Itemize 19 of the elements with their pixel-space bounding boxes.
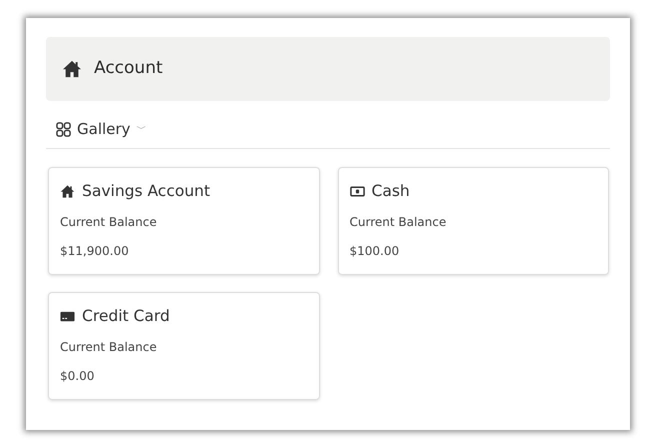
grid-icon — [56, 122, 71, 137]
account-card[interactable]: Credit Card Current Balance $0.00 — [48, 292, 320, 400]
home-icon — [60, 184, 75, 199]
caret-icon: ﹀ — [136, 122, 146, 137]
account-card[interactable]: Cash Current Balance $100.00 — [338, 166, 609, 274]
account-name: Cash — [372, 180, 410, 202]
balance-amount: $11,900.00 — [60, 242, 130, 260]
balance-label: Current Balance — [350, 214, 448, 231]
balance-label: Current Balance — [60, 214, 158, 231]
banknote-icon — [350, 184, 364, 199]
balance-amount: $100.00 — [350, 242, 400, 260]
balance-amount: $0.00 — [60, 368, 96, 385]
account-name: Credit Card — [82, 306, 170, 326]
account-name: Savings Account — [82, 180, 210, 202]
page-title: Account — [94, 57, 163, 80]
account-card[interactable]: Savings Account Current Balance $11,900.00 — [48, 166, 320, 274]
balance-label: Current Balance — [60, 338, 158, 356]
view-switcher[interactable]: Gallery ﹀ — [46, 101, 610, 148]
home-icon — [62, 59, 82, 79]
